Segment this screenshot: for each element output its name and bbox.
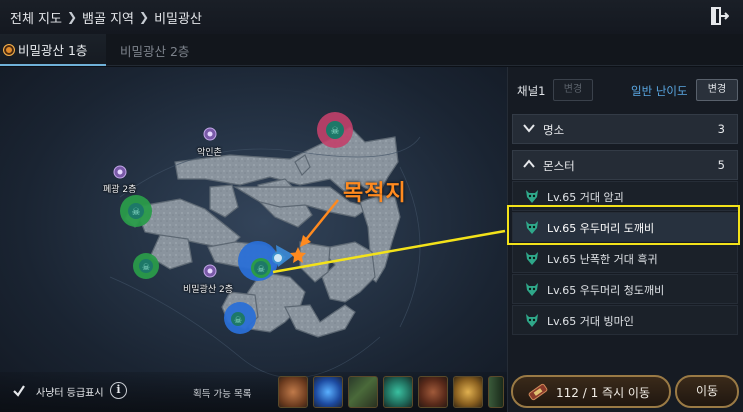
loot-list-label: 획득 가능 목록 (193, 389, 252, 400)
loot-item-gold-pouch[interactable] (453, 376, 483, 408)
monster-name: Lv.65 난폭한 거대 흑귀 (547, 253, 658, 266)
section-monsters-title: 몬스터 (543, 159, 575, 173)
monster-icon (526, 283, 538, 296)
section-landmarks-count: 3 (717, 122, 725, 136)
monster-list-item[interactable]: Lv.65 난폭한 거대 흑귀 (512, 243, 738, 273)
monster-name: Lv.65 우두머리 청도깨비 (547, 284, 665, 297)
difficulty-label: 일반 난이도 (631, 84, 688, 98)
chevron-down-icon (523, 124, 535, 133)
move-button[interactable]: 이동 (675, 375, 739, 408)
section-monsters-count: 5 (717, 158, 725, 172)
monster-name: Lv.65 거대 암괴 (547, 191, 624, 204)
loot-item-partial[interactable] (488, 376, 504, 408)
loot-item-chest[interactable] (418, 376, 448, 408)
hunting-grade-checkbox[interactable] (12, 384, 26, 398)
chevron-up-icon (523, 159, 535, 168)
loot-item-copper-disc[interactable] (278, 376, 308, 408)
section-landmarks[interactable]: 명소 3 (512, 114, 738, 144)
loot-item-jade-box[interactable] (383, 376, 413, 408)
teleport-label: 112 / 1 즉시 이동 (556, 386, 651, 400)
monster-name: Lv.65 거대 빙마인 (547, 315, 634, 328)
info-icon[interactable]: i (110, 382, 127, 399)
hunting-grade-label: 사냥터 등급표시 (36, 388, 104, 399)
selection-highlight (507, 205, 740, 245)
monster-icon (526, 252, 538, 265)
section-landmarks-title: 명소 (543, 123, 565, 137)
difficulty-change-button[interactable]: 변경 (696, 79, 738, 101)
channel-change-button[interactable]: 변경 (553, 79, 593, 101)
loot-item-blue-orb[interactable] (313, 376, 343, 408)
monster-list-item[interactable]: Lv.65 거대 빙마인 (512, 305, 738, 335)
teleport-scroll-icon (528, 383, 548, 401)
monster-icon (526, 314, 538, 327)
monster-icon (526, 190, 538, 203)
channel-label: 채널1 (517, 84, 546, 98)
monster-list-item[interactable]: Lv.65 우두머리 청도깨비 (512, 274, 738, 304)
loot-item-green-staff[interactable] (348, 376, 378, 408)
section-monsters[interactable]: 몬스터 5 (512, 150, 738, 180)
